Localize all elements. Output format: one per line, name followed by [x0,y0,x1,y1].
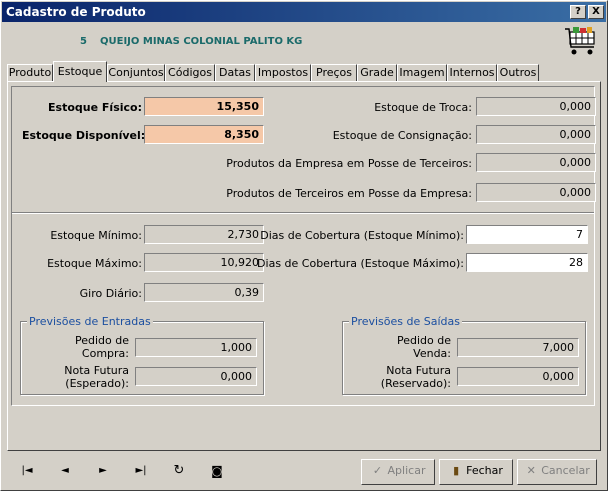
tab-bar: Produto Estoque Conjuntos Códigos Datas … [5,61,605,82]
saidas-nota-field[interactable]: 0,000 [457,367,579,386]
tab-codigos[interactable]: Códigos [165,64,215,81]
previsoes-saidas-group: Previsões de Saídas Pedido de Venda: 7,0… [342,315,586,395]
door-icon: ▮ [453,464,460,477]
tab-estoque[interactable]: Estoque [53,61,107,82]
consignacao-label: Estoque de Consignação: [332,129,472,142]
last-record-icon[interactable]: ►| [131,463,151,479]
tab-precos[interactable]: Preços [311,64,357,81]
saidas-pedido-label-1: Pedido de [396,334,451,347]
tab-datas[interactable]: Datas [215,64,255,81]
product-window: Cadastro de Produto ? X 5 QUEIJO MINAS C… [0,0,608,491]
title-bar: Cadastro de Produto ? X [2,2,606,22]
minimo-label: Estoque Mínimo: [50,229,142,242]
tab-internos[interactable]: Internos [447,64,497,81]
entradas-nota-label-2: (Esperado): [65,377,129,390]
cancel-label: Cancelar [541,464,590,477]
cobertura-minimo-label: Dias de Cobertura (Estoque Mínimo): [260,229,464,242]
entradas-pedido-field[interactable]: 1,000 [135,338,257,357]
previsoes-entradas-title: Previsões de Entradas [27,315,153,328]
entradas-nota-label-1: Nota Futura [64,364,129,377]
entradas-pedido-label-2: Compra: [81,347,129,360]
tab-conjuntos[interactable]: Conjuntos [107,64,165,81]
product-name: QUEIJO MINAS COLONIAL PALITO KG [100,36,303,47]
cancel-x-icon: ✕ [526,464,536,477]
tab-impostos[interactable]: Impostos [255,64,311,81]
first-record-icon[interactable]: |◄ [17,463,37,479]
help-button[interactable]: ? [570,5,586,19]
tab-produto[interactable]: Produto [7,64,53,81]
window-title: Cadastro de Produto [6,5,146,19]
giro-field[interactable]: 0,39 [144,283,264,302]
terceiros-empresa-label: Produtos de Terceiros em Posse da Empres… [226,187,472,200]
saidas-pedido-field[interactable]: 7,000 [457,338,579,357]
history-icon[interactable]: ◙ [207,463,227,479]
close-button[interactable]: ▮ Fechar [439,459,513,485]
product-header: 5 QUEIJO MINAS COLONIAL PALITO KG [2,23,606,60]
saidas-nota-label-2: (Reservado): [380,377,451,390]
saidas-pedido-label-2: Venda: [413,347,451,360]
troca-field[interactable]: 0,000 [476,97,596,116]
previsoes-entradas-group: Previsões de Entradas Pedido de Compra: … [20,315,264,395]
cobertura-maximo-input[interactable]: 28 [466,253,588,272]
empresa-terceiros-label: Produtos da Empresa em Posse de Terceiro… [226,157,472,170]
close-window-button[interactable]: X [588,5,604,19]
entradas-pedido-label-1: Pedido de [74,334,129,347]
tab-imagem[interactable]: Imagem [397,64,447,81]
estoque-panel: Estoque Físico: 15,350 Estoque Disponíve… [7,81,601,451]
close-label: Fechar [466,464,503,477]
prev-record-icon[interactable]: ◄ [55,463,75,479]
tab-grade[interactable]: Grade [357,64,397,81]
tab-outros[interactable]: Outros [497,64,539,81]
maximo-label: Estoque Máximo: [47,257,142,270]
consignacao-field[interactable]: 0,000 [476,125,596,144]
terceiros-empresa-field[interactable]: 0,000 [476,183,596,202]
next-record-icon[interactable]: ► [93,463,113,479]
estoque-content: Estoque Físico: 15,350 Estoque Disponíve… [11,86,596,406]
saidas-nota-label-1: Nota Futura [386,364,451,377]
bottom-toolbar: |◄ ◄ ► ►| ↻ ◙ ✓ Aplicar ▮ Fechar ✕ Cancelar [7,457,601,487]
disponivel-label: Estoque Disponível: [22,129,146,142]
cobertura-maximo-label: Dias de Cobertura (Estoque Máximo): [257,257,464,270]
fisico-label: Estoque Físico: [48,101,142,114]
apply-label: Aplicar [387,464,426,477]
shopping-cart-icon [565,27,595,55]
apply-button[interactable]: ✓ Aplicar [361,459,435,485]
section-divider [12,212,594,214]
refresh-icon[interactable]: ↻ [169,463,189,479]
troca-label: Estoque de Troca: [374,101,472,114]
entradas-nota-field[interactable]: 0,000 [135,367,257,386]
cancel-button[interactable]: ✕ Cancelar [517,459,597,485]
previsoes-saidas-title: Previsões de Saídas [349,315,462,328]
giro-label: Giro Diário: [79,287,142,300]
apply-icon: ✓ [372,464,383,477]
product-code: 5 [80,36,87,47]
empresa-terceiros-field[interactable]: 0,000 [476,153,596,172]
cobertura-minimo-input[interactable]: 7 [466,225,588,244]
